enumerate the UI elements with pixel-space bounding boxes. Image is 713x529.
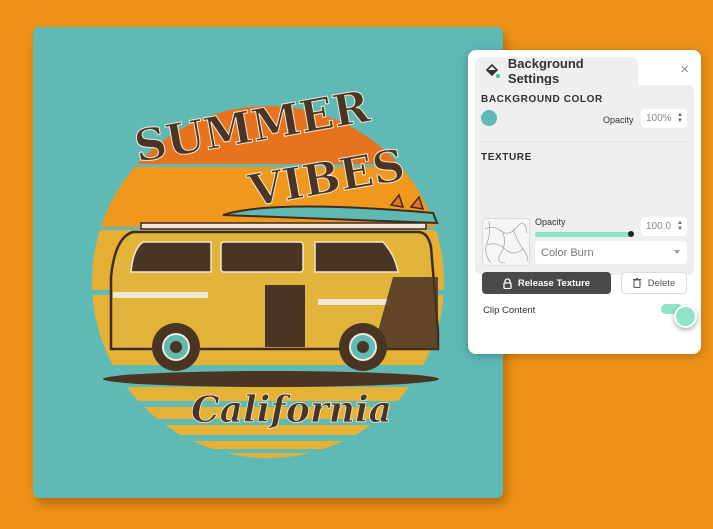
texture-opacity-value: 100.0 <box>646 221 672 232</box>
cracked-texture-preview <box>484 220 528 264</box>
release-texture-button[interactable]: Release Texture <box>482 272 611 294</box>
release-texture-label: Release Texture <box>517 277 591 289</box>
background-opacity-value: 100% <box>646 113 672 124</box>
texture-opacity-slider[interactable] <box>535 232 631 237</box>
script-california: California <box>191 389 392 431</box>
stepper-icon[interactable]: ▲ ▼ <box>677 112 683 124</box>
texture-opacity-slider-handle[interactable] <box>628 231 634 237</box>
background-color-heading: BACKGROUND COLOR <box>481 94 603 105</box>
camper-van <box>109 222 440 371</box>
stepper-icon[interactable]: ▲ ▼ <box>677 220 683 232</box>
trash-icon <box>632 278 641 288</box>
background-opacity-label: Opacity <box>603 115 634 125</box>
blend-mode-select[interactable]: Color Burn <box>535 241 687 264</box>
delete-label: Delete <box>647 277 676 289</box>
panel-tab[interactable]: Background Settings <box>475 56 638 86</box>
artwork-canvas[interactable]: SUMMER VIBES California <box>33 27 503 498</box>
background-opacity-input[interactable]: 100% ▲ ▼ <box>641 109 687 128</box>
clip-content-toggle-knob[interactable] <box>674 305 697 328</box>
texture-opacity-label: Opacity <box>535 217 566 227</box>
van-shadow <box>103 371 439 387</box>
texture-thumbnail[interactable] <box>482 218 530 266</box>
close-icon[interactable]: × <box>680 62 689 77</box>
lock-icon <box>503 277 512 289</box>
texture-opacity-input[interactable]: 100.0 ▲ ▼ <box>641 217 687 236</box>
texture-heading: TEXTURE <box>481 152 532 163</box>
paint-bucket-icon <box>485 63 500 78</box>
background-color-swatch[interactable] <box>481 110 497 126</box>
background-settings-panel: Background Settings × BACKGROUND COLOR O… <box>468 50 701 354</box>
blend-mode-value: Color Burn <box>541 246 594 259</box>
section-divider <box>481 141 688 142</box>
summer-vibes-artwork: SUMMER VIBES California <box>92 81 444 458</box>
clip-content-label: Clip Content <box>483 305 536 316</box>
chevron-down-icon <box>674 250 680 254</box>
panel-body: BACKGROUND COLOR Opacity 100% ▲ ▼ TEXTURE… <box>475 85 697 328</box>
delete-button[interactable]: Delete <box>621 272 687 294</box>
panel-title: Background Settings <box>507 56 584 86</box>
